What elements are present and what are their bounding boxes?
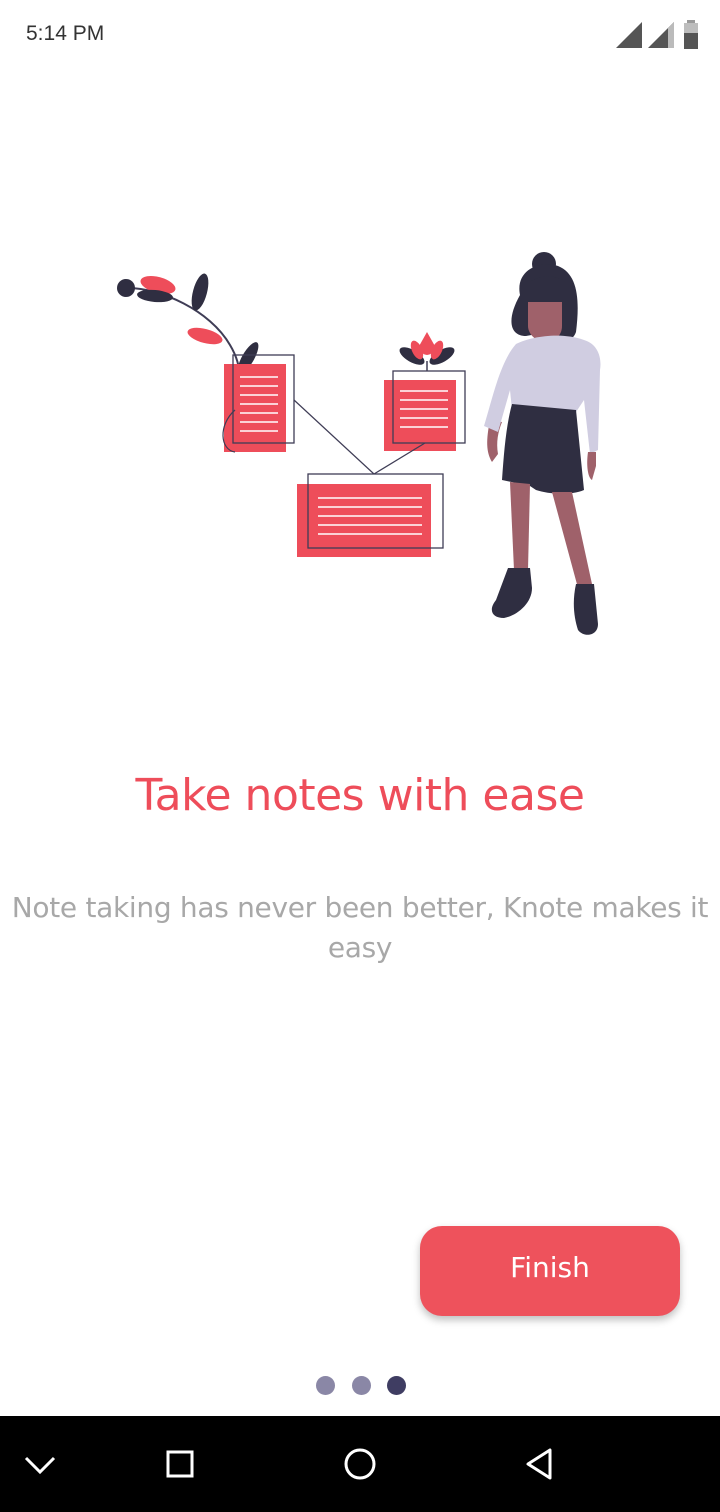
chevron-down-icon (24, 1456, 56, 1475)
nav-recents-button[interactable] (158, 1442, 202, 1486)
note-card-right (384, 332, 466, 451)
page-dot-1[interactable] (316, 1376, 335, 1395)
navigation-bar (0, 1416, 720, 1512)
square-icon (166, 1450, 194, 1478)
page-indicator (0, 1376, 720, 1396)
nav-home-button[interactable] (338, 1442, 382, 1486)
status-bar: 5:14 PM (0, 0, 720, 72)
status-time: 5:14 PM (26, 22, 105, 45)
triangle-back-icon (526, 1448, 552, 1480)
status-icons (612, 20, 702, 52)
page-dot-3-active[interactable] (387, 1376, 406, 1395)
page-dot-2[interactable] (352, 1376, 371, 1395)
signal-icon (616, 22, 642, 48)
nav-hide-keyboard-button[interactable] (18, 1442, 62, 1486)
note-card-bottom (297, 473, 444, 557)
woman-figure (484, 252, 601, 635)
nav-back-button[interactable] (518, 1442, 562, 1486)
circle-icon (344, 1448, 376, 1480)
finish-button[interactable]: Finish (420, 1226, 680, 1316)
onboarding-title: Take notes with ease (135, 770, 585, 821)
note-taking-illustration (117, 252, 601, 635)
battery-icon (684, 20, 698, 49)
onboarding-subtitle: Note taking has never been better, Knote… (11, 891, 709, 964)
note-card-left (222, 354, 295, 453)
signal-icon (648, 22, 674, 48)
